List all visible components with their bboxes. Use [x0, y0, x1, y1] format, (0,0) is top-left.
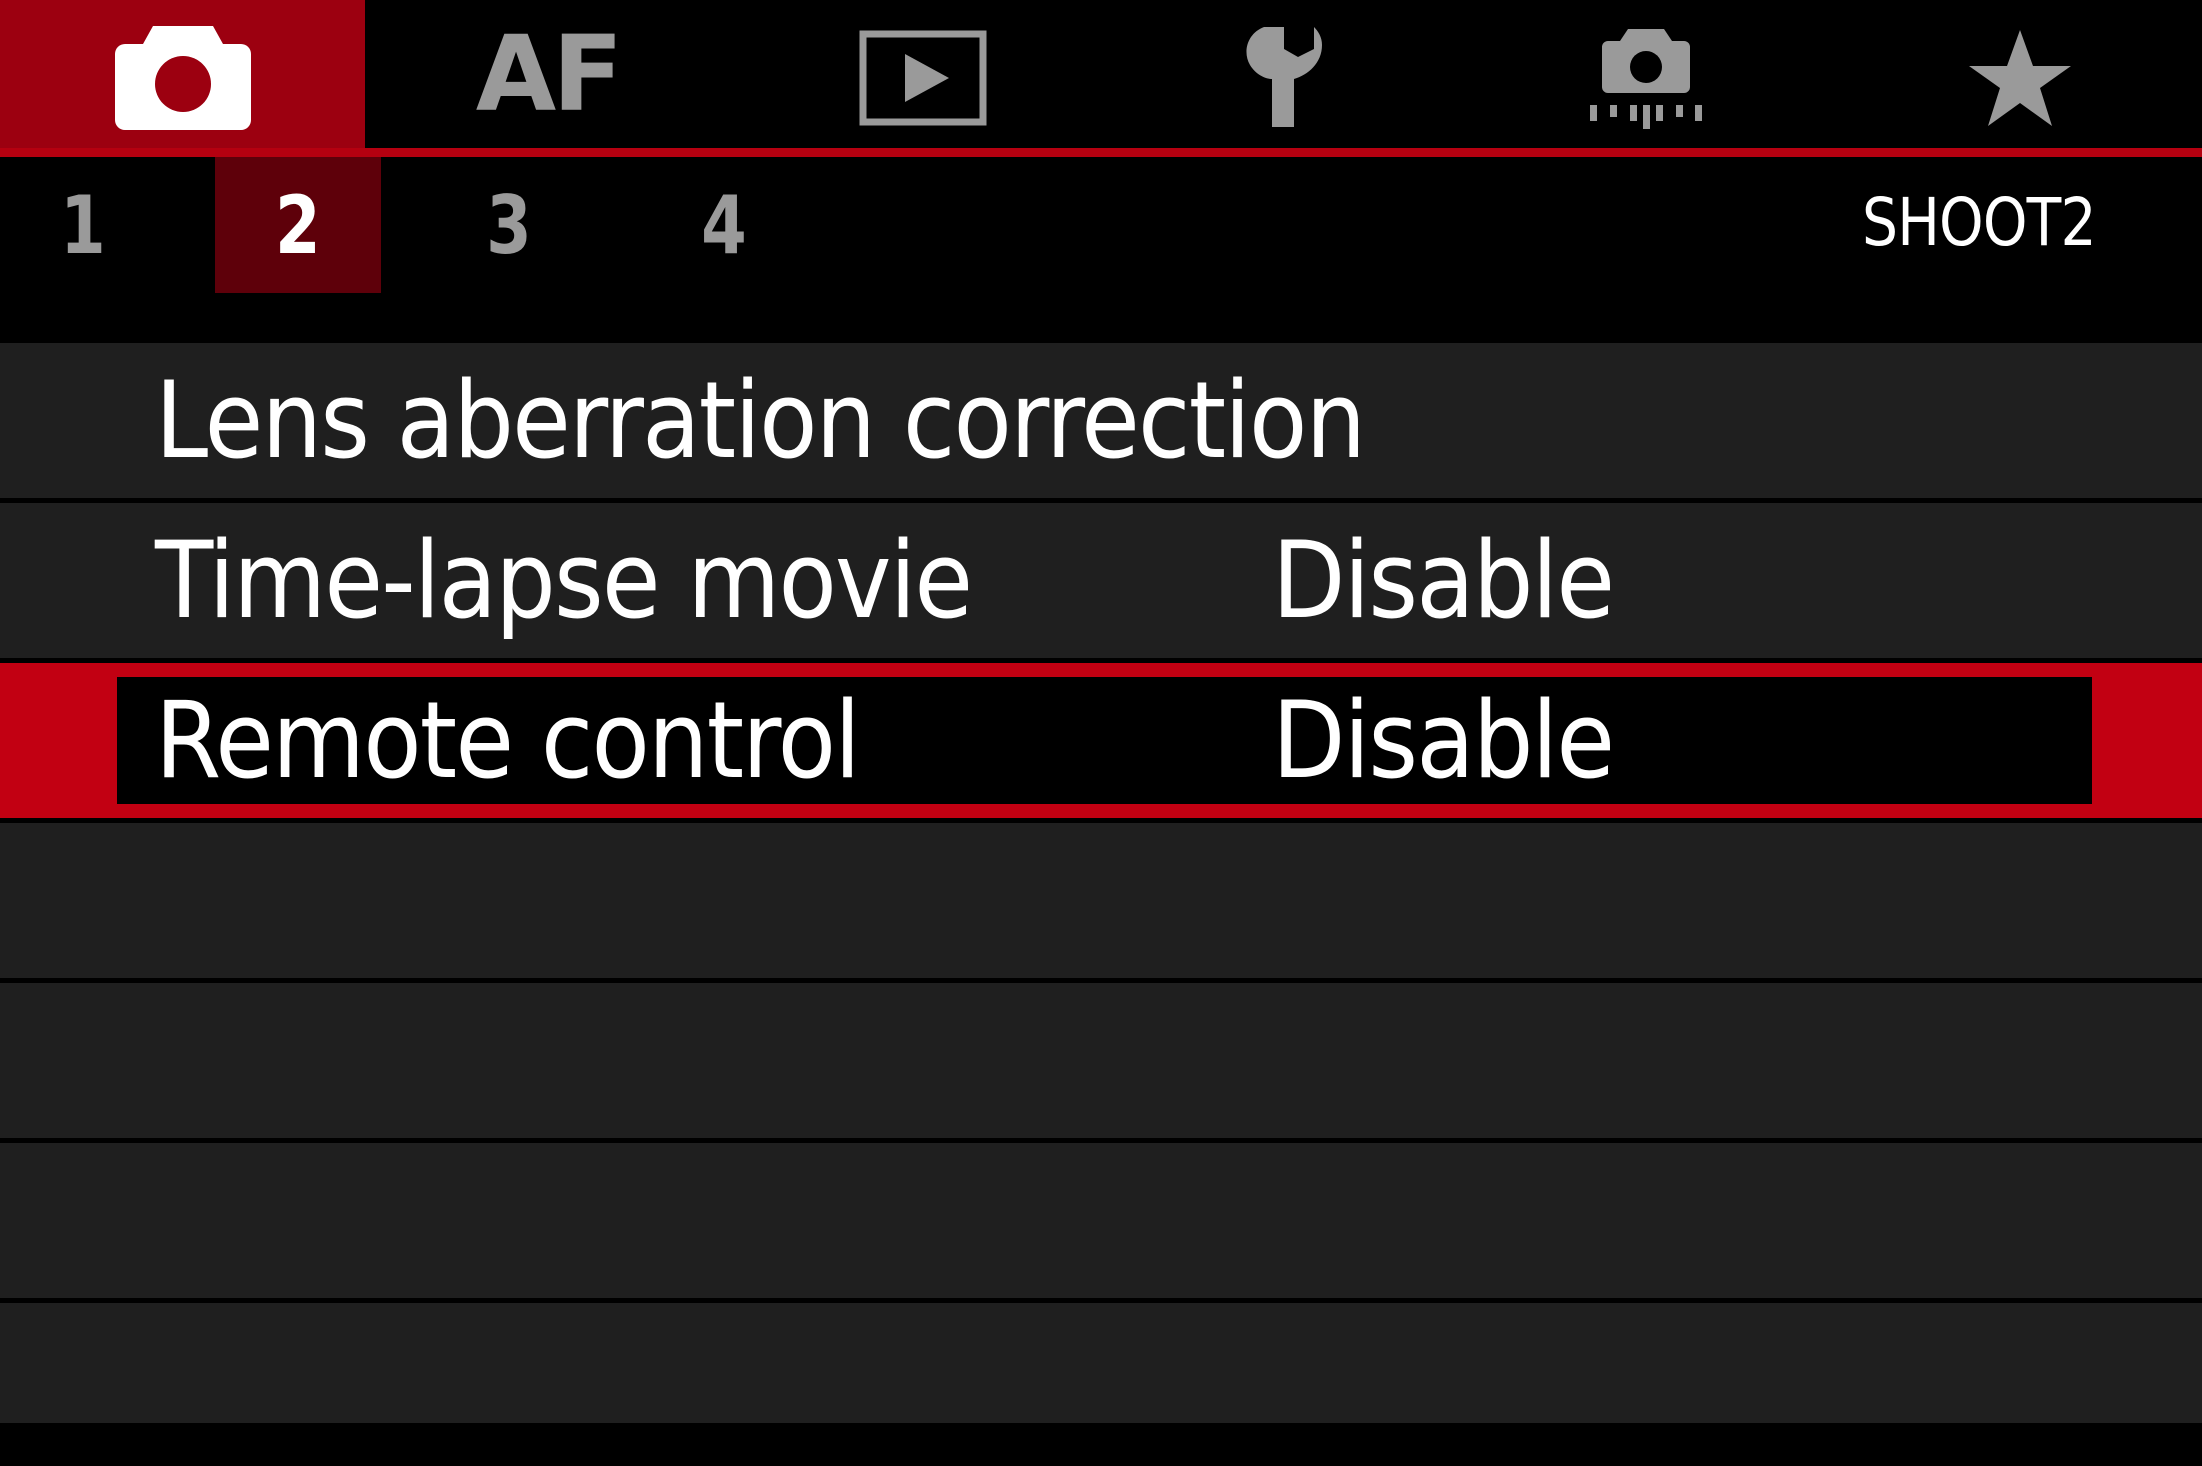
camera-icon — [114, 26, 251, 130]
play-icon — [859, 30, 986, 126]
page-tab-3[interactable]: 3 — [441, 157, 577, 293]
page-tab-4[interactable]: 4 — [656, 157, 792, 293]
menu-item-label: Lens aberration correction — [155, 359, 1366, 482]
tab-shooting[interactable] — [0, 0, 365, 156]
wrench-icon — [1245, 27, 1322, 127]
menu-item-label: Time-lapse movie — [155, 519, 973, 642]
tab-af-label: AF — [475, 13, 624, 135]
tab-bar-underline — [0, 148, 2202, 157]
menu-page-title: SHOOT2 — [1862, 184, 2097, 261]
menu-tab-bar: AF — [0, 0, 2202, 160]
menu-item-time-lapse-movie[interactable]: Time-lapse movie Disable — [0, 503, 2202, 663]
page-selector: 1 2 3 4 SHOOT2 — [0, 157, 2202, 343]
tab-my-menu[interactable] — [1837, 0, 2202, 156]
menu-list: Lens aberration correction Time-lapse mo… — [0, 343, 2202, 1423]
menu-item-value: Disable — [1272, 519, 1615, 642]
menu-item-label: Remote control — [155, 679, 861, 802]
tab-playback[interactable] — [740, 0, 1105, 156]
page-tab-1[interactable]: 1 — [15, 157, 151, 293]
star-icon — [1968, 30, 2071, 126]
camera-menu-screen: AF 1 2 3 4 SHOOT2 Lens aberration correc… — [0, 0, 2202, 1466]
menu-item-lens-aberration-correction[interactable]: Lens aberration correction — [0, 343, 2202, 503]
tab-custom-functions[interactable] — [1463, 0, 1828, 156]
menu-item-empty — [0, 1303, 2202, 1423]
tab-setup[interactable] — [1100, 0, 1465, 156]
menu-item-value: Disable — [1272, 679, 1615, 802]
menu-item-empty — [0, 823, 2202, 983]
menu-item-remote-control[interactable]: Remote control Disable — [0, 663, 2202, 823]
menu-item-empty — [0, 983, 2202, 1143]
tab-af[interactable]: AF — [365, 0, 730, 156]
page-tab-2-label: 2 — [275, 178, 321, 272]
page-tab-2[interactable]: 2 — [215, 157, 381, 293]
custom-camera-icon — [1589, 29, 1702, 129]
menu-item-empty — [0, 1143, 2202, 1303]
